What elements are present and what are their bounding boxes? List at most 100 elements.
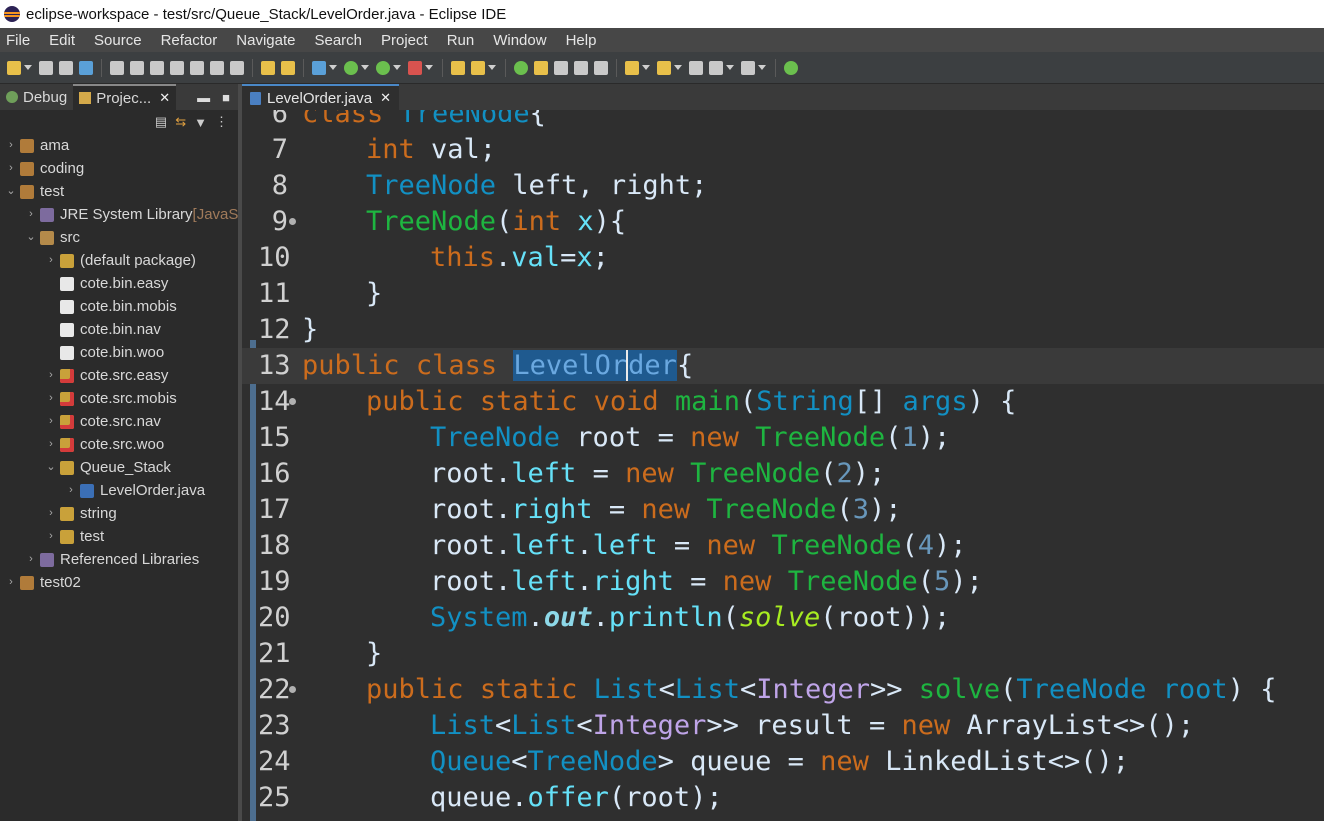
menu-window[interactable]: Window	[487, 32, 559, 49]
open-task-icon[interactable]	[471, 60, 485, 75]
chevron-right-icon[interactable]: ›	[44, 502, 58, 525]
chevron-right-icon[interactable]: ›	[44, 364, 58, 387]
task-dropdown-icon[interactable]	[488, 65, 496, 70]
menu-navigate[interactable]: Navigate	[230, 32, 308, 49]
code-line[interactable]: 13 public class LevelOrder{	[242, 348, 1324, 384]
step-over-icon[interactable]	[210, 60, 224, 75]
view-menu-icon[interactable]: ⋮	[215, 114, 228, 130]
tree-item[interactable]: › ama	[4, 134, 69, 157]
tree-item[interactable]: cote.bin.woo	[44, 341, 164, 364]
chevron-right-icon[interactable]: ›	[24, 203, 38, 226]
maximize-icon[interactable]: ■	[222, 90, 230, 105]
tree-item[interactable]: › LevelOrder.java	[64, 479, 205, 502]
code-line[interactable]: 10 this.val=x;	[242, 240, 1324, 276]
next-annotation-dropdown-icon[interactable]	[642, 65, 650, 70]
tree-item[interactable]: cote.bin.nav	[44, 318, 161, 341]
chevron-right-icon[interactable]: ›	[44, 249, 58, 272]
minimize-icon[interactable]: ▬	[197, 90, 210, 105]
chevron-down-icon[interactable]: ⌄	[44, 456, 58, 479]
tree-item[interactable]: › cote.src.woo	[44, 433, 164, 456]
code-line[interactable]: 11}	[242, 276, 1324, 312]
tree-item[interactable]: ⌄ Queue_Stack	[44, 456, 171, 479]
tree-item[interactable]: › coding	[4, 157, 84, 180]
code-line[interactable]: 25 queue.offer(root);	[242, 780, 1324, 816]
disconnect-icon[interactable]	[170, 60, 184, 75]
menu-run[interactable]: Run	[441, 32, 488, 49]
fold-toggle-icon[interactable]	[289, 686, 296, 693]
menu-file[interactable]: File	[0, 32, 43, 49]
chevron-right-icon[interactable]: ›	[24, 548, 38, 571]
new-icon[interactable]	[7, 60, 21, 75]
menu-source[interactable]: Source	[88, 32, 155, 49]
code-line[interactable]: 6 class TreeNode{	[242, 110, 1324, 132]
tree-item[interactable]: › cote.src.nav	[44, 410, 161, 433]
chevron-right-icon[interactable]: ›	[64, 479, 78, 502]
close-icon[interactable]: ✕	[380, 90, 391, 106]
code-line[interactable]: 7 int val;	[242, 132, 1324, 168]
fold-toggle-icon[interactable]	[289, 218, 296, 225]
chevron-right-icon[interactable]: ›	[4, 571, 18, 594]
tab-debug[interactable]: Debug	[0, 84, 73, 110]
code-line[interactable]: 23 List<List<Integer>> result = new Array…	[242, 708, 1324, 744]
tree-item[interactable]: › cote.src.easy	[44, 364, 168, 387]
code-line[interactable]: 18 root.left.left = new TreeNode(4);	[242, 528, 1324, 564]
step-into-icon[interactable]	[190, 60, 204, 75]
filter-icon[interactable]: ▼	[194, 115, 207, 130]
toggle-highlight-icon[interactable]	[534, 60, 548, 75]
tree-item[interactable]: › (default package)	[44, 249, 196, 272]
debug-run-icon[interactable]	[312, 60, 326, 75]
chevron-right-icon[interactable]: ›	[44, 387, 58, 410]
tree-item[interactable]: cote.bin.mobis	[44, 295, 177, 318]
back-icon[interactable]	[709, 60, 723, 75]
tab-project-explorer[interactable]: Projec... ✕	[73, 84, 177, 110]
tab-levelorder-java[interactable]: LevelOrder.java ✕	[242, 84, 399, 110]
next-annotation-icon[interactable]	[625, 60, 639, 75]
back-dropdown-icon[interactable]	[726, 65, 734, 70]
tree-item[interactable]: › test02	[4, 571, 81, 594]
skip-breakpoints-icon[interactable]	[79, 60, 93, 75]
forward-icon[interactable]	[741, 60, 755, 75]
forward-dropdown-icon[interactable]	[758, 65, 766, 70]
chevron-right-icon[interactable]: ›	[44, 525, 58, 548]
tree-item[interactable]: › Referenced Libraries	[24, 548, 199, 571]
chevron-right-icon[interactable]: ›	[44, 410, 58, 433]
code-line[interactable]: 21}	[242, 636, 1324, 672]
prev-annotation-dropdown-icon[interactable]	[674, 65, 682, 70]
prev-annotation-icon[interactable]	[657, 60, 671, 75]
toggle-block-icon[interactable]	[554, 60, 568, 75]
menu-project[interactable]: Project	[375, 32, 441, 49]
fold-toggle-icon[interactable]	[289, 398, 296, 405]
debug-dropdown-icon[interactable]	[329, 65, 337, 70]
chevron-right-icon[interactable]: ›	[4, 157, 18, 180]
toggle-mark-icon[interactable]	[514, 60, 528, 75]
external-tools-dropdown-icon[interactable]	[425, 65, 433, 70]
resume-icon[interactable]	[110, 60, 124, 75]
run-icon[interactable]	[344, 60, 358, 75]
show-whitespace-icon[interactable]	[574, 60, 588, 75]
menu-search[interactable]: Search	[308, 32, 375, 49]
open-console-icon[interactable]	[261, 60, 275, 75]
save-all-icon[interactable]	[59, 60, 73, 75]
collapse-all-icon[interactable]: ▤	[155, 114, 167, 130]
code-line[interactable]: 8 TreeNode left, right;	[242, 168, 1324, 204]
run-dropdown-icon[interactable]	[361, 65, 369, 70]
new-dropdown-icon[interactable]	[24, 65, 32, 70]
code-line[interactable]: 16 root.left = new TreeNode(2);	[242, 456, 1324, 492]
perspective-icon[interactable]	[784, 60, 798, 75]
tree-item[interactable]: ⌄ src	[24, 226, 80, 249]
tree-item[interactable]: › cote.src.mobis	[44, 387, 177, 410]
suspend-icon[interactable]	[130, 60, 144, 75]
external-tools-icon[interactable]	[408, 60, 422, 75]
code-line[interactable]: 19 root.left.right = new TreeNode(5);	[242, 564, 1324, 600]
code-line[interactable]: 22 public static List<List<Integer>> solv…	[242, 672, 1324, 708]
open-type-icon[interactable]	[451, 60, 465, 75]
terminate-icon[interactable]	[150, 60, 164, 75]
tree-item[interactable]: › test	[44, 525, 104, 548]
code-line[interactable]: 9 TreeNode(int x){	[242, 204, 1324, 240]
code-line[interactable]: 20 System.out.println(solve(root));	[242, 600, 1324, 636]
menu-help[interactable]: Help	[560, 32, 610, 49]
code-line[interactable]: 17 root.right = new TreeNode(3);	[242, 492, 1324, 528]
task-icon[interactable]	[281, 60, 295, 75]
chevron-right-icon[interactable]: ›	[4, 134, 18, 157]
code-editor[interactable]: 6 class TreeNode{7 int val; 8 TreeNode left,…	[242, 110, 1324, 821]
